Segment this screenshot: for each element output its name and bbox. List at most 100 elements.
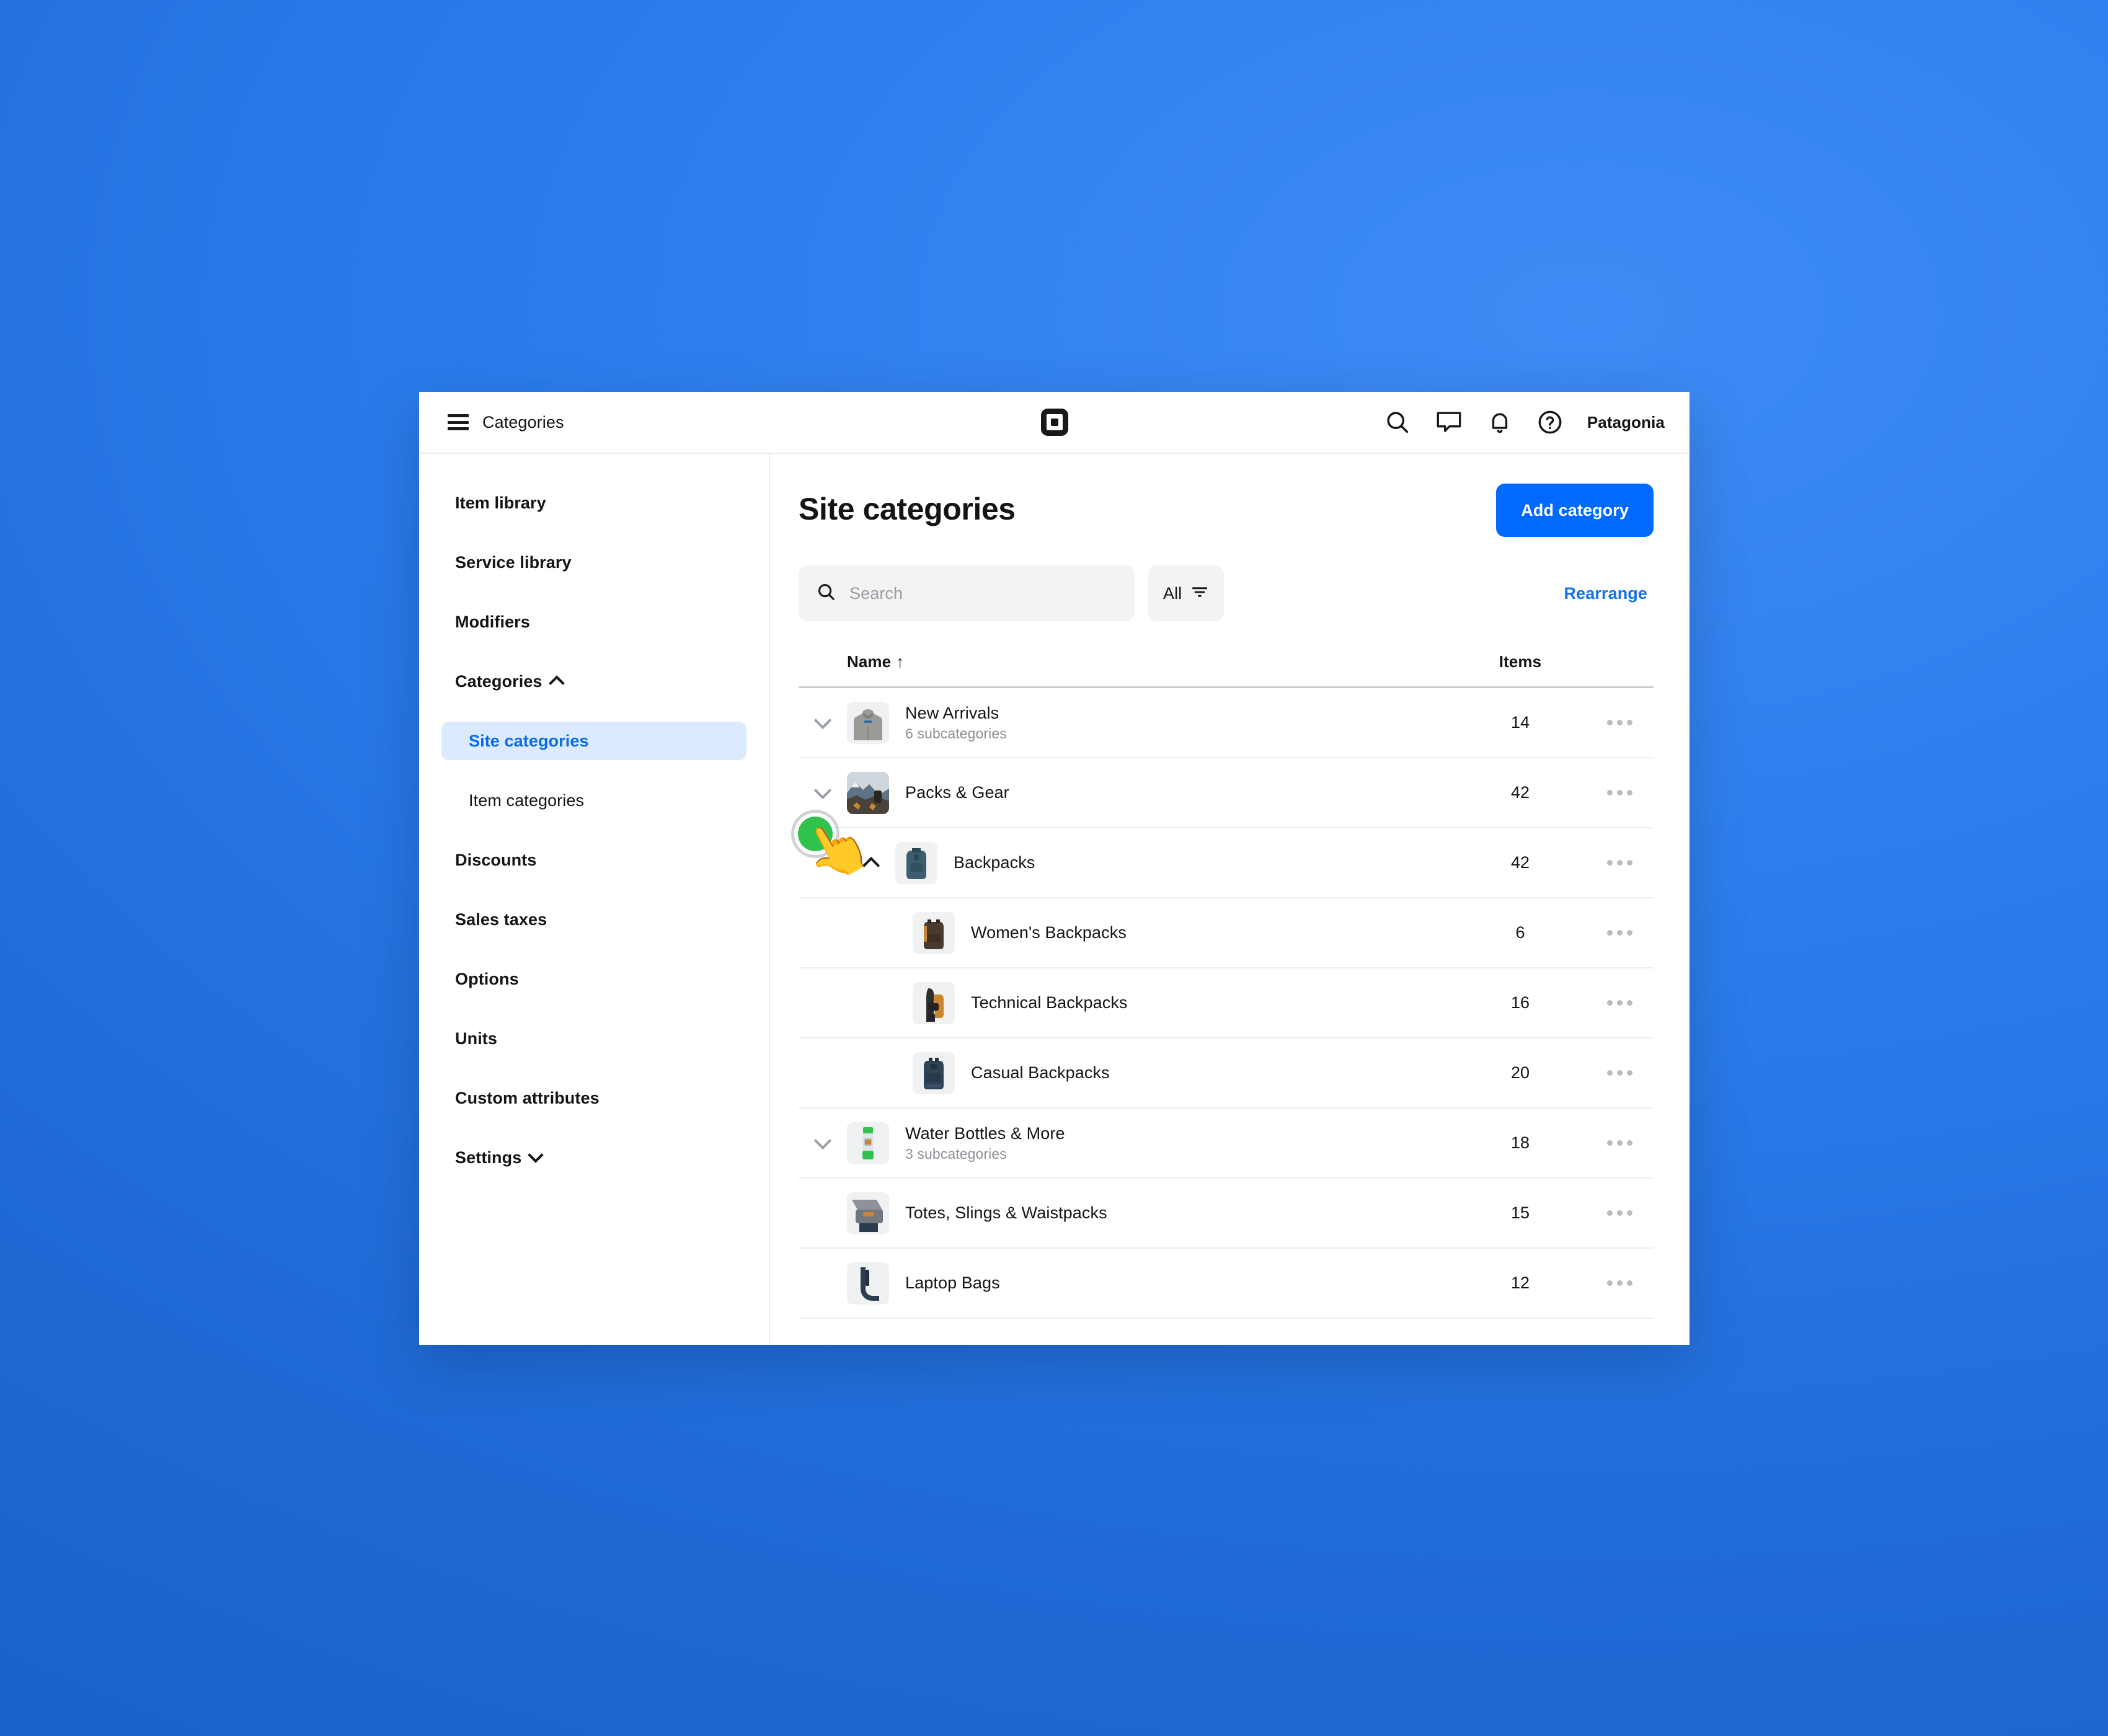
search-input[interactable]: Search bbox=[799, 565, 1135, 621]
table-row[interactable]: Technical Backpacks 16 bbox=[799, 968, 1654, 1038]
category-subtitle: 6 subcategories bbox=[905, 725, 1007, 742]
category-thumbnail-tote-bag bbox=[847, 1192, 889, 1234]
column-header-name-label: Name bbox=[847, 652, 892, 671]
category-thumbnail-water-bottle bbox=[847, 1122, 889, 1164]
sidebar-item-label: Categories bbox=[455, 671, 542, 691]
sidebar-item-discounts[interactable]: Discounts bbox=[441, 841, 746, 879]
column-header-name[interactable]: Name ↑ bbox=[847, 652, 904, 671]
sidebar-item-site-categories[interactable]: Site categories bbox=[441, 722, 746, 760]
table-row[interactable]: Water Bottles & More 3 subcategories 18 bbox=[799, 1109, 1654, 1179]
row-collapse-toggle[interactable] bbox=[847, 854, 895, 874]
chevron-down-icon bbox=[813, 1132, 832, 1149]
sidebar-item-label: Custom attributes bbox=[455, 1088, 600, 1107]
table-row[interactable]: Totes, Slings & Waistpacks 15 bbox=[799, 1179, 1654, 1249]
row-overflow-menu-icon[interactable] bbox=[1585, 1070, 1654, 1076]
sidebar-item-item-library[interactable]: Item library bbox=[441, 484, 746, 522]
sidebar-item-sales-taxes[interactable]: Sales taxes bbox=[441, 900, 746, 939]
category-item-count: 42 bbox=[1510, 853, 1530, 872]
row-overflow-menu-icon[interactable] bbox=[1585, 860, 1654, 866]
row-overflow-menu-icon[interactable] bbox=[1585, 1140, 1654, 1146]
sidebar-item-settings[interactable]: Settings bbox=[441, 1138, 746, 1177]
app-window: Categories Patagonia Item library Servic… bbox=[419, 392, 1690, 1345]
sort-ascending-icon: ↑ bbox=[896, 652, 905, 671]
help-circle-icon[interactable] bbox=[1536, 409, 1564, 436]
table-row[interactable]: Backpacks 42 bbox=[799, 828, 1654, 898]
category-name: New Arrivals bbox=[905, 703, 999, 722]
category-thumbnail-backpack-teal bbox=[895, 841, 937, 884]
merchant-account-name[interactable]: Patagonia bbox=[1587, 413, 1665, 432]
category-item-count: 15 bbox=[1510, 1203, 1530, 1222]
sidebar-item-label: Discounts bbox=[455, 850, 537, 869]
category-name-cell: Women's Backpacks bbox=[955, 923, 1127, 942]
category-item-count: 20 bbox=[1510, 1063, 1530, 1082]
category-thumbnail-mountain bbox=[847, 771, 889, 814]
search-icon bbox=[816, 582, 837, 606]
table-header-row: Name ↑ Items bbox=[799, 652, 1654, 688]
categories-table: Name ↑ Items New Arrivals 6 subcategorie… bbox=[799, 652, 1654, 1319]
category-thumbnail-laptop-bag bbox=[847, 1262, 889, 1304]
category-name: Backpacks bbox=[954, 853, 1035, 872]
sidebar-item-item-categories[interactable]: Item categories bbox=[441, 781, 746, 820]
topbar-left-group: Categories bbox=[448, 413, 564, 432]
category-thumbnail-backpack-navy bbox=[913, 1052, 955, 1094]
chevron-down-icon bbox=[528, 1147, 544, 1163]
hamburger-menu-icon[interactable] bbox=[448, 414, 469, 430]
category-name-cell: Laptop Bags bbox=[889, 1273, 1000, 1293]
row-overflow-menu-icon[interactable] bbox=[1585, 1210, 1654, 1216]
sidebar-item-label: Service library bbox=[455, 552, 572, 572]
topbar-right-group: Patagonia bbox=[1384, 409, 1665, 436]
filter-chip-all[interactable]: All bbox=[1148, 565, 1224, 621]
filter-icon bbox=[1190, 583, 1209, 604]
category-name: Totes, Slings & Waistpacks bbox=[905, 1203, 1107, 1222]
top-navigation-bar: Categories Patagonia bbox=[419, 392, 1690, 454]
table-row[interactable]: Women's Backpacks 6 bbox=[799, 898, 1654, 968]
table-row[interactable]: New Arrivals 6 subcategories 14 bbox=[799, 688, 1654, 758]
category-item-count: 6 bbox=[1515, 923, 1525, 942]
sidebar-item-modifiers[interactable]: Modifiers bbox=[441, 603, 746, 641]
sidebar-item-units[interactable]: Units bbox=[441, 1019, 746, 1058]
category-name-cell: Casual Backpacks bbox=[955, 1063, 1110, 1083]
category-thumbnail-hoodie bbox=[847, 701, 889, 744]
category-item-count: 42 bbox=[1510, 783, 1530, 802]
row-overflow-menu-icon[interactable] bbox=[1585, 720, 1654, 725]
category-name-cell: Packs & Gear bbox=[889, 783, 1009, 802]
chevron-up-icon bbox=[548, 675, 565, 691]
category-name: Women's Backpacks bbox=[971, 923, 1127, 942]
sidebar-item-options[interactable]: Options bbox=[441, 960, 746, 998]
category-name: Casual Backpacks bbox=[971, 1063, 1110, 1082]
row-overflow-menu-icon[interactable] bbox=[1585, 930, 1654, 936]
row-overflow-menu-icon[interactable] bbox=[1585, 790, 1654, 795]
messages-icon[interactable] bbox=[1435, 409, 1463, 436]
category-name-cell: Water Bottles & More 3 subcategories bbox=[889, 1124, 1065, 1162]
table-row[interactable]: Laptop Bags 12 bbox=[799, 1249, 1654, 1319]
sidebar-navigation: Item library Service library Modifiers C… bbox=[419, 454, 770, 1344]
filter-toolbar: Search All Rearrange bbox=[799, 565, 1654, 621]
category-name: Laptop Bags bbox=[905, 1273, 1000, 1292]
row-expand-toggle[interactable] bbox=[799, 781, 847, 799]
category-name-cell: New Arrivals 6 subcategories bbox=[889, 704, 1007, 742]
notifications-bell-icon[interactable] bbox=[1487, 409, 1513, 436]
search-icon[interactable] bbox=[1384, 409, 1411, 436]
row-expand-toggle[interactable] bbox=[799, 711, 847, 729]
row-expand-toggle[interactable] bbox=[799, 1132, 847, 1149]
sidebar-item-label: Options bbox=[455, 969, 519, 988]
topbar-title: Categories bbox=[482, 412, 564, 432]
row-overflow-menu-icon[interactable] bbox=[1585, 1000, 1654, 1006]
category-name-cell: Technical Backpacks bbox=[955, 993, 1128, 1012]
sidebar-item-custom-attributes[interactable]: Custom attributes bbox=[441, 1079, 746, 1117]
sidebar-item-label: Item categories bbox=[469, 790, 585, 810]
sidebar-item-categories[interactable]: Categories bbox=[441, 662, 746, 701]
table-row[interactable]: Casual Backpacks 20 bbox=[799, 1038, 1654, 1109]
add-category-button[interactable]: Add category bbox=[1496, 484, 1654, 537]
category-item-count: 18 bbox=[1510, 1133, 1530, 1152]
sidebar-item-label: Site categories bbox=[469, 731, 589, 750]
category-thumbnail-backpack-tan bbox=[913, 981, 955, 1024]
rearrange-link[interactable]: Rearrange bbox=[1564, 584, 1654, 603]
category-name: Packs & Gear bbox=[905, 783, 1009, 802]
chevron-up-icon bbox=[862, 856, 880, 874]
sidebar-item-service-library[interactable]: Service library bbox=[441, 543, 746, 582]
category-name-cell: Totes, Slings & Waistpacks bbox=[889, 1203, 1107, 1223]
filter-chip-label: All bbox=[1163, 583, 1182, 603]
row-overflow-menu-icon[interactable] bbox=[1585, 1280, 1654, 1286]
table-row[interactable]: Packs & Gear 42 bbox=[799, 758, 1654, 828]
